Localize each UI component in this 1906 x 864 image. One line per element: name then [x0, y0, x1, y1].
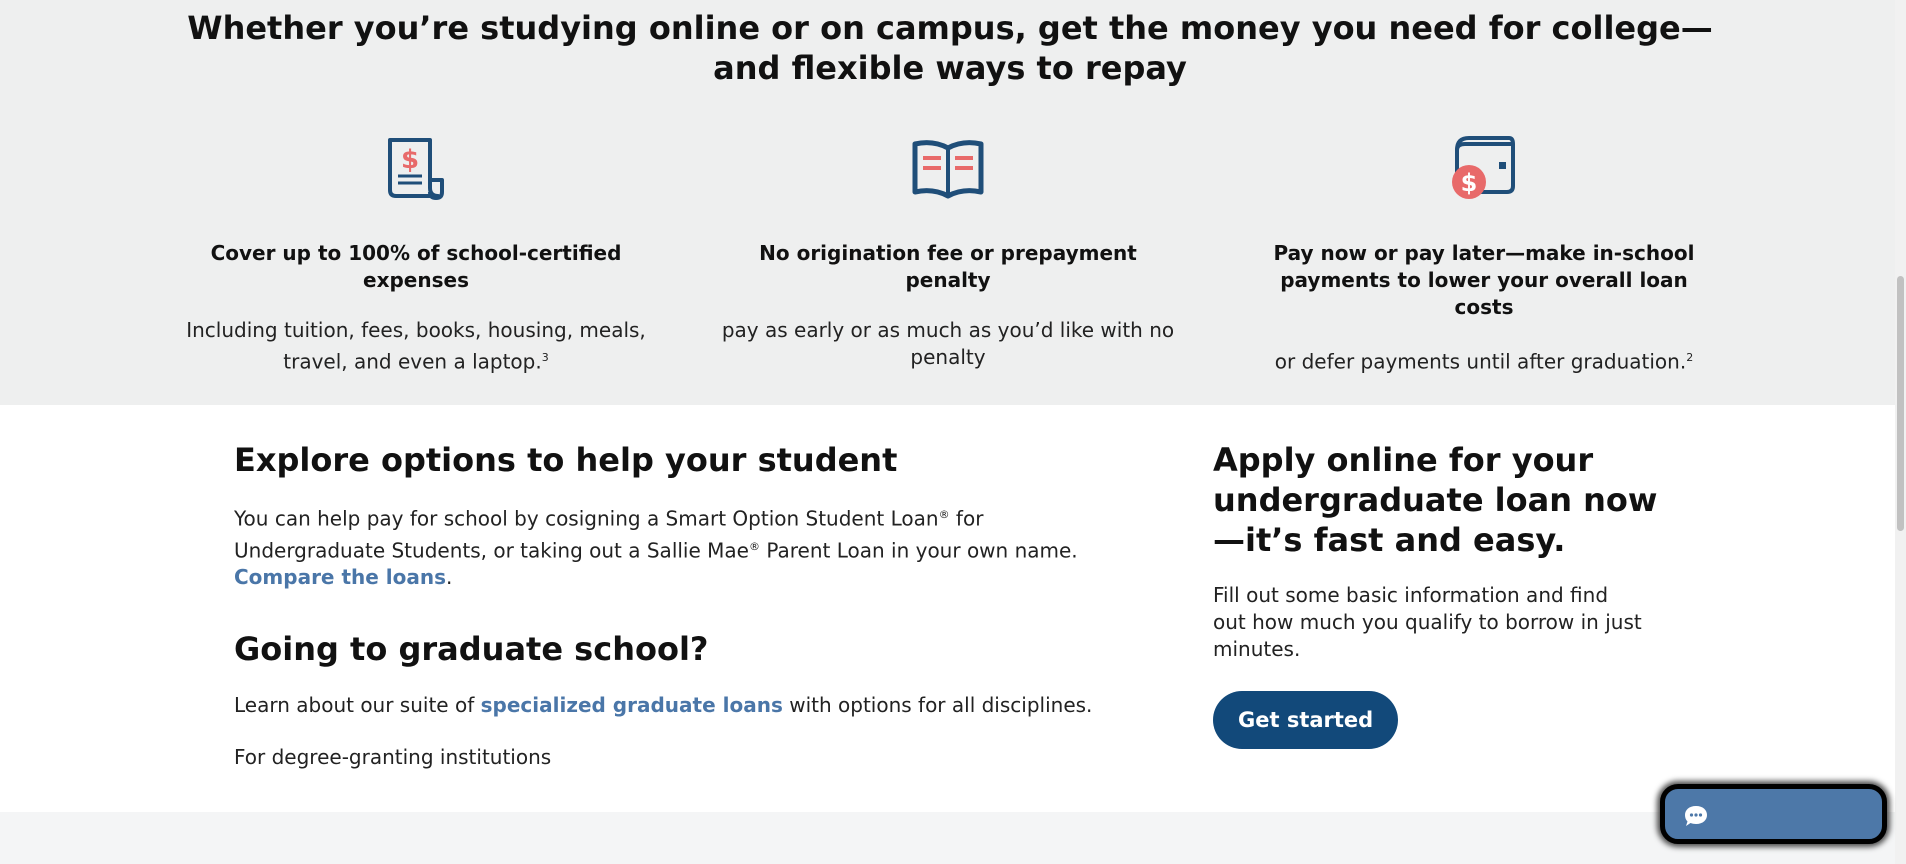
parent-options-section: Explore options to help your student You…	[234, 440, 1134, 771]
feature-title: Cover up to 100% of school-certified exp…	[210, 241, 622, 292]
svg-text:$: $	[401, 145, 419, 175]
feature-text: pay as early or as much as you’d like wi…	[721, 318, 1175, 369]
footnote-marker[interactable]: 3	[542, 351, 549, 364]
feature-title: No origination fee or prepayment penalty	[759, 241, 1137, 292]
open-book-icon	[718, 130, 1178, 202]
scrollbar-thumb[interactable]	[1897, 276, 1904, 531]
feature-card-expenses: $ Cover up to 100% of school-certified e…	[186, 130, 646, 376]
footnote-marker[interactable]: 2	[1686, 351, 1693, 364]
feature-title: Pay now or pay later—make in-school paym…	[1273, 241, 1695, 319]
graduate-note: For degree-granting institutions	[234, 745, 552, 770]
feature-card-fees: No origination fee or prepayment penalty…	[718, 130, 1178, 371]
document-dollar-icon: $	[186, 130, 646, 202]
apply-section: Apply online for your undergraduate loan…	[1213, 440, 1683, 749]
graduate-heading: Going to graduate school?	[234, 630, 709, 669]
get-started-button[interactable]: Get started	[1213, 691, 1399, 749]
explore-heading: Explore options to help your student	[234, 441, 898, 479]
apply-heading: Apply online for your undergraduate loan…	[1213, 441, 1658, 559]
graduate-text: Learn about our suite of specialized gra…	[234, 693, 1093, 718]
chat-button[interactable]	[1660, 784, 1887, 844]
feature-text: Including tuition, fees, books, housing,…	[186, 318, 646, 374]
next-section-band	[0, 812, 1906, 864]
graduate-loans-link[interactable]: specialized graduate loans	[481, 693, 783, 717]
explore-text: You can help pay for school by cosigning…	[234, 506, 1078, 590]
scrollbar[interactable]	[1895, 0, 1906, 864]
hero-title: Whether you’re studying online or on cam…	[187, 9, 1713, 87]
wallet-dollar-icon: $	[1254, 130, 1714, 202]
feature-text: or defer payments until after graduation…	[1274, 349, 1694, 374]
chat-bubble-icon	[1683, 804, 1709, 833]
feature-card-payments: $ Pay now or pay later—make in-school pa…	[1254, 130, 1714, 376]
svg-text:$: $	[1461, 169, 1478, 197]
apply-text: Fill out some basic information and find…	[1213, 583, 1642, 661]
compare-loans-link[interactable]: Compare the loans	[234, 565, 446, 589]
